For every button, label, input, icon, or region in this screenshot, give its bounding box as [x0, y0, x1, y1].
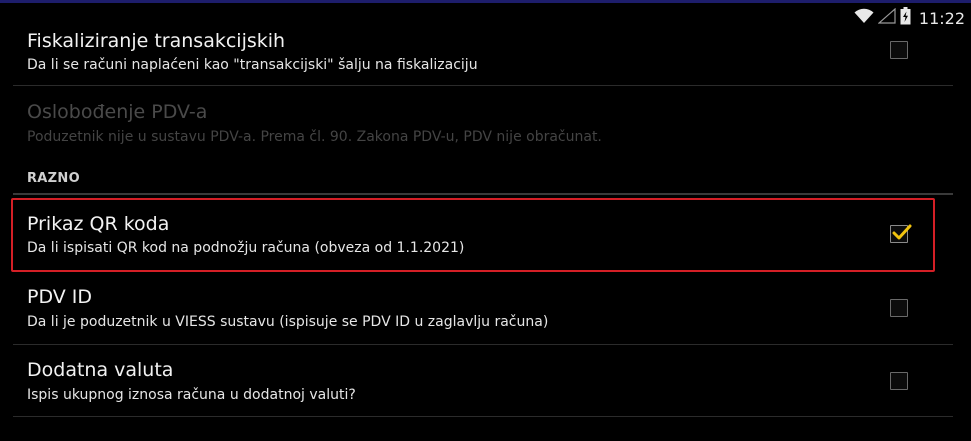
wifi-icon: [854, 8, 874, 28]
pref-pdv-id[interactable]: PDV ID Da li je poduzetnik u VIESS susta…: [0, 274, 971, 344]
highlight-box: [11, 198, 935, 272]
settings-list: Fiskaliziranje transakcijskih Da li se r…: [0, 29, 971, 441]
status-bar: 11:22: [0, 0, 971, 29]
section-divider: [13, 193, 953, 195]
pref-fiskaliziranje-transakcijskih[interactable]: Fiskaliziranje transakcijskih Da li se r…: [0, 29, 971, 81]
status-icons: 11:22: [854, 7, 965, 29]
pref-title: Fiskaliziranje transakcijskih: [27, 30, 286, 52]
pref-title: Dodatna valuta: [27, 359, 174, 381]
status-clock: 11:22: [918, 8, 965, 28]
section-header-razno: RAZNO: [27, 171, 80, 186]
signal-icon: [877, 7, 896, 28]
pref-title: Oslobođenje PDV-a: [27, 101, 208, 123]
pref-summary: Poduzetnik nije u sustavu PDV-a. Prema č…: [27, 129, 602, 145]
divider: [13, 416, 953, 417]
divider: [13, 85, 953, 86]
checkbox[interactable]: [890, 299, 908, 317]
pref-oslobodenje-pdv: Oslobođenje PDV-a Poduzetnik nije u sust…: [0, 87, 971, 157]
settings-screen: 11:22 Fiskaliziranje transakcijskih Da l…: [0, 0, 971, 441]
pref-summary: Ispis ukupnog iznosa računa u dodatnoj v…: [27, 387, 356, 403]
pref-summary: Da li je poduzetnik u VIESS sustavu (isp…: [27, 314, 549, 330]
pref-dodatna-valuta[interactable]: Dodatna valuta Ispis ukupnog iznosa raču…: [0, 345, 971, 415]
checkbox[interactable]: [890, 41, 908, 59]
checkbox[interactable]: [890, 372, 908, 390]
battery-icon: [900, 7, 911, 29]
pref-title: PDV ID: [27, 286, 93, 308]
pref-summary: Da li se računi naplaćeni kao "transakci…: [27, 57, 478, 73]
